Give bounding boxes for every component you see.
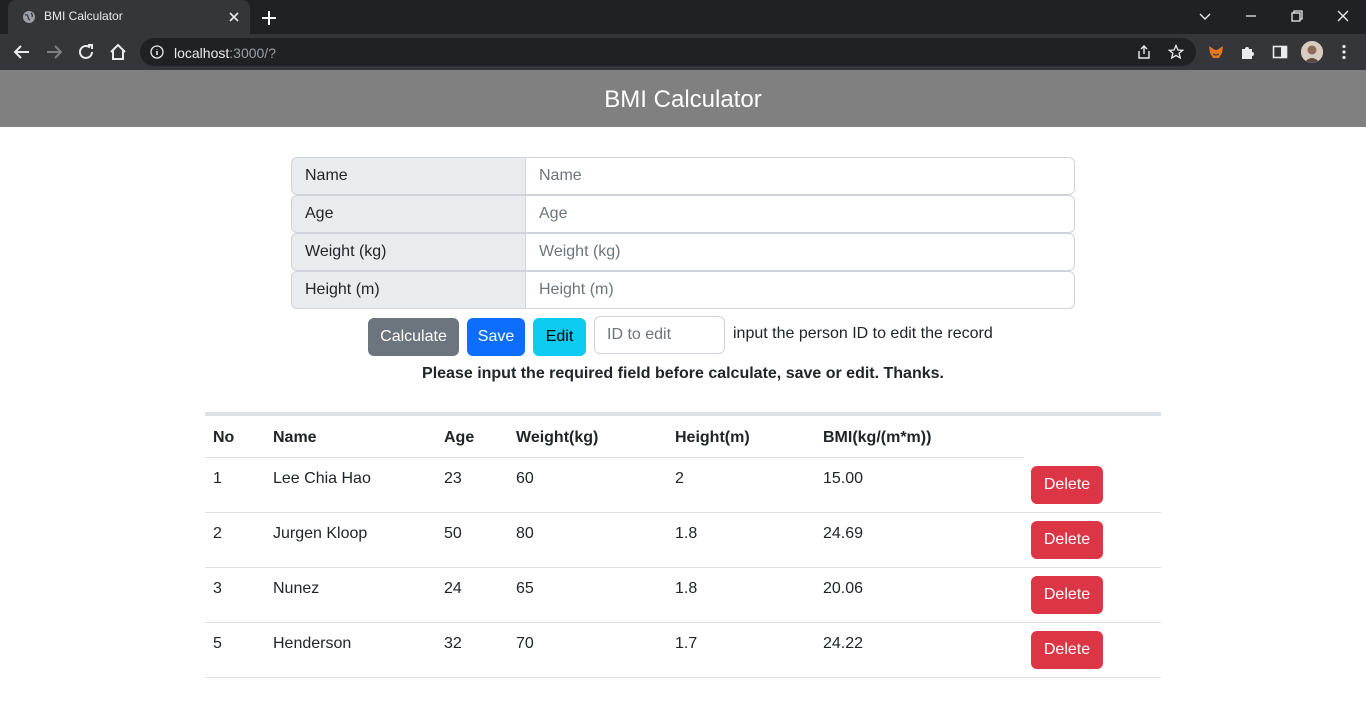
edit-button[interactable]: Edit bbox=[533, 318, 586, 356]
cell-no: 1 bbox=[213, 470, 222, 487]
header-height: Height(m) bbox=[675, 429, 750, 446]
bmi-form: Name Age Weight (kg) Height (m) bbox=[291, 157, 1075, 309]
avatar-icon bbox=[1301, 41, 1323, 63]
header-weight: Weight(kg) bbox=[516, 429, 599, 446]
header-bmi: BMI(kg/(m*m)) bbox=[823, 429, 932, 446]
weight-row: Weight (kg) bbox=[291, 233, 1075, 271]
browser-menu-icon[interactable] bbox=[1335, 43, 1353, 61]
tab-search-icon[interactable] bbox=[1197, 8, 1213, 24]
header-name: Name bbox=[273, 429, 317, 446]
cell-height: 1.7 bbox=[675, 635, 698, 652]
height-input[interactable] bbox=[525, 271, 1075, 309]
reload-icon[interactable] bbox=[77, 43, 95, 61]
profile-avatar[interactable] bbox=[1301, 41, 1323, 63]
cell-age: 50 bbox=[444, 525, 462, 542]
browser-tab[interactable]: BMI Calculator bbox=[8, 0, 250, 34]
header-age: Age bbox=[444, 429, 475, 446]
share-icon[interactable] bbox=[1136, 44, 1152, 60]
page-title: BMI Calculator bbox=[604, 86, 762, 113]
cell-no: 2 bbox=[213, 525, 222, 542]
tab-title: BMI Calculator bbox=[44, 9, 123, 23]
address-bar[interactable]: localhost:3000/? bbox=[140, 38, 1196, 66]
cell-height: 2 bbox=[675, 470, 684, 487]
cell-no: 3 bbox=[213, 580, 222, 597]
home-icon[interactable] bbox=[109, 43, 127, 61]
table-row: 5 Henderson 32 70 1.7 24.22 Delete bbox=[205, 623, 1161, 678]
cell-weight: 60 bbox=[516, 470, 534, 487]
cell-weight: 70 bbox=[516, 635, 534, 652]
side-panel-icon[interactable] bbox=[1271, 43, 1289, 61]
delete-button[interactable]: Delete bbox=[1031, 576, 1103, 614]
browser-toolbar: localhost:3000/? bbox=[0, 34, 1366, 70]
close-tab-icon[interactable] bbox=[226, 9, 242, 25]
metamask-fox-icon[interactable] bbox=[1207, 43, 1225, 61]
restore-icon[interactable] bbox=[1289, 8, 1305, 24]
cell-bmi: 15.00 bbox=[823, 470, 864, 487]
extensions-puzzle-icon[interactable] bbox=[1239, 43, 1257, 61]
id-hint-text: input the person ID to edit the record bbox=[733, 325, 993, 342]
table-row: 2 Jurgen Kloop 50 80 1.8 24.69 Delete bbox=[205, 513, 1161, 568]
cell-name: Henderson bbox=[273, 635, 352, 652]
bookmark-star-icon[interactable] bbox=[1168, 44, 1184, 60]
cell-weight: 65 bbox=[516, 580, 534, 597]
cell-height: 1.8 bbox=[675, 525, 698, 542]
weight-input[interactable] bbox=[525, 233, 1075, 271]
save-button[interactable]: Save bbox=[467, 318, 525, 356]
age-input[interactable] bbox=[525, 195, 1075, 233]
table-top-border bbox=[205, 412, 1161, 416]
cell-name: Nunez bbox=[273, 580, 320, 597]
page-header: BMI Calculator bbox=[0, 70, 1366, 127]
id-to-edit-input[interactable] bbox=[594, 316, 725, 354]
cell-name: Lee Chia Hao bbox=[273, 470, 371, 487]
table-row: 3 Nunez 24 65 1.8 20.06 Delete bbox=[205, 568, 1161, 623]
cell-name: Jurgen Kloop bbox=[273, 525, 368, 542]
cell-age: 23 bbox=[444, 470, 462, 487]
weight-label: Weight (kg) bbox=[291, 233, 526, 271]
close-window-icon[interactable] bbox=[1335, 8, 1351, 24]
forward-icon[interactable] bbox=[45, 43, 63, 61]
site-info-icon[interactable] bbox=[150, 45, 164, 59]
cell-no: 5 bbox=[213, 635, 222, 652]
back-icon[interactable] bbox=[13, 43, 31, 61]
cell-weight: 80 bbox=[516, 525, 534, 542]
minimize-icon[interactable] bbox=[1243, 8, 1259, 24]
height-label: Height (m) bbox=[291, 271, 526, 309]
height-row: Height (m) bbox=[291, 271, 1075, 309]
table-row: 1 Lee Chia Hao 23 60 2 15.00 Delete bbox=[205, 458, 1161, 513]
delete-button[interactable]: Delete bbox=[1031, 521, 1103, 559]
cell-height: 1.8 bbox=[675, 580, 698, 597]
calculate-button[interactable]: Calculate bbox=[368, 318, 459, 356]
cell-bmi: 24.69 bbox=[823, 525, 864, 542]
cell-age: 24 bbox=[444, 580, 462, 597]
globe-icon bbox=[23, 11, 35, 23]
age-label: Age bbox=[291, 195, 526, 233]
url-text: localhost:3000/? bbox=[174, 45, 276, 61]
required-field-notice: Please input the required field before c… bbox=[422, 365, 944, 382]
browser-tab-bar: BMI Calculator bbox=[0, 0, 1366, 34]
name-label: Name bbox=[291, 157, 526, 195]
header-no: No bbox=[213, 429, 235, 446]
name-row: Name bbox=[291, 157, 1075, 195]
cell-bmi: 24.22 bbox=[823, 635, 864, 652]
cell-bmi: 20.06 bbox=[823, 580, 864, 597]
name-input[interactable] bbox=[525, 157, 1075, 195]
age-row: Age bbox=[291, 195, 1075, 233]
cell-age: 32 bbox=[444, 635, 462, 652]
new-tab-icon[interactable] bbox=[260, 9, 278, 27]
delete-button[interactable]: Delete bbox=[1031, 631, 1103, 669]
delete-button[interactable]: Delete bbox=[1031, 466, 1103, 504]
